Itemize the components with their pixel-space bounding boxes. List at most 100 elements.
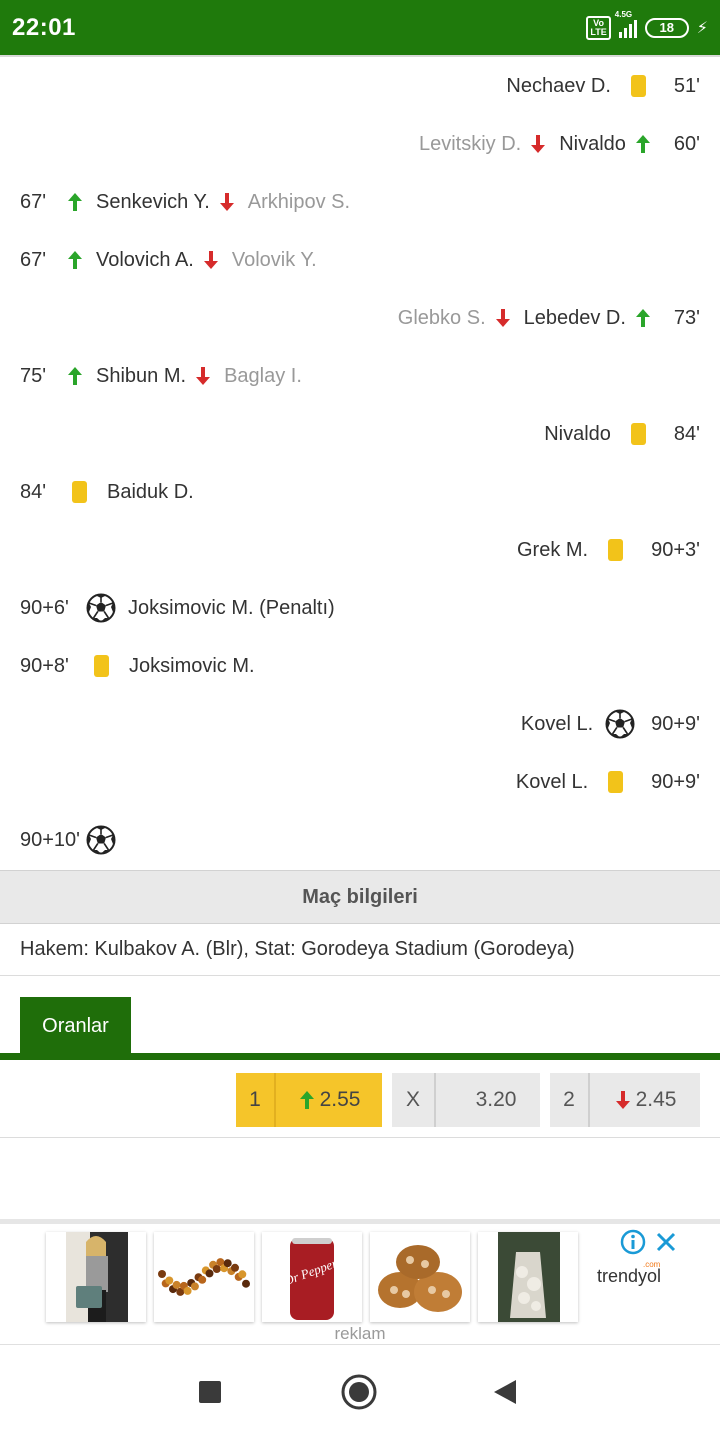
player-in-name: Senkevich Y. (96, 190, 210, 213)
odds-home-value: 2.55 (319, 1088, 361, 1111)
event-minute: 90+9' (651, 770, 700, 793)
ad-close-icon[interactable] (654, 1230, 678, 1254)
navigation-bar (0, 1345, 720, 1440)
ad-brand-logo: trendyol .com (597, 1260, 662, 1287)
arrow-down-icon (219, 193, 234, 211)
event-minute: 75' (20, 364, 47, 387)
event-minute: 84' (20, 480, 47, 503)
match-events-list: Nechaev D. 51' Levitskiy D. Nivaldo 60' 67' Se… (0, 57, 720, 869)
event-minute: 67' (20, 190, 47, 213)
player-in-name: Nivaldo (559, 132, 626, 155)
match-event-row: 90+8' Joksimovic M. (0, 637, 720, 695)
arrow-down-icon (196, 367, 211, 385)
match-event-row: Kovel L. 90+9' (0, 695, 720, 753)
back-icon[interactable] (492, 1378, 518, 1406)
event-minute: 60' (673, 132, 700, 155)
tab-underline (0, 1053, 720, 1060)
football-icon (86, 825, 116, 855)
odds-draw[interactable]: X 3.20 (392, 1073, 540, 1127)
player-out-name: Arkhipov S. (247, 190, 351, 213)
player-in-name: Volovich A. (96, 248, 194, 271)
event-minute: 51' (673, 74, 700, 97)
volte-icon: Vo LTE (586, 15, 611, 40)
yellow-card-icon (72, 481, 87, 503)
clock: 22:01 (12, 13, 76, 41)
yellow-card-icon (608, 539, 624, 561)
match-event-row: Nivaldo 84' (0, 405, 720, 463)
football-icon (605, 709, 635, 739)
match-event-row: Nechaev D. 51' (0, 57, 720, 115)
player-name: Joksimovic M. (129, 654, 255, 677)
player-out-name: Baglay I. (224, 364, 302, 387)
player-out-name: Volovik Y. (231, 248, 317, 271)
event-minute: 90+3' (651, 538, 700, 561)
odds-draw-value: 3.20 (475, 1088, 517, 1111)
event-minute: 73' (673, 306, 700, 329)
match-event-row: Glebko S. Lebedev D. 73' (0, 289, 720, 347)
arrow-up-icon (635, 135, 650, 153)
ad-product-dr-pepper[interactable]: Dr Pepper (262, 1232, 362, 1322)
yellow-card-icon (608, 771, 624, 793)
battery-level: 18 (659, 20, 674, 35)
ad-controls (620, 1229, 678, 1255)
event-minute: 84' (673, 422, 700, 445)
player-in-name: Lebedev D. (523, 306, 626, 329)
ad-product-woman-with-bag[interactable] (46, 1232, 146, 1322)
match-event-row: Levitskiy D. Nivaldo 60' (0, 115, 720, 173)
ad-label: reklam (334, 1324, 386, 1343)
player-name: Kovel L. (520, 712, 594, 735)
ad-banner[interactable]: Dr Pepper trendyol .com reklam (0, 1224, 720, 1344)
player-out-name: Glebko S. (397, 306, 486, 329)
arrow-up-icon (68, 251, 82, 269)
recents-icon[interactable] (198, 1380, 222, 1404)
match-event-row: 84' Baiduk D. (0, 463, 720, 521)
match-event-row: 90+6' Joksimovic M. (Penaltı) (0, 579, 720, 637)
arrow-down-icon (531, 135, 546, 153)
arrow-down-icon (495, 309, 510, 327)
football-icon (86, 593, 116, 623)
player-name: Grek M. (517, 538, 589, 561)
arrow-up-icon (299, 1091, 314, 1109)
match-event-row: Grek M. 90+3' (0, 521, 720, 579)
event-minute: 90+6' (20, 596, 69, 619)
player-in-name: Shibun M. (96, 364, 187, 387)
event-minute: 90+9' (651, 712, 700, 735)
tab-odds[interactable]: Oranlar (20, 997, 131, 1055)
arrow-down-icon (203, 251, 218, 269)
odds-row: 1 2.55 X 3.20 2 2.45 (0, 1060, 720, 1138)
status-icons: Vo LTE 4.5G 18 ⚡ (586, 10, 708, 40)
ad-product-mushrooms[interactable] (370, 1232, 470, 1322)
ad-brand-suffix: .com (643, 1260, 661, 1269)
player-name: Baiduk D. (107, 480, 194, 503)
network-type: 4.5G (614, 9, 633, 19)
arrow-up-icon (68, 367, 82, 385)
match-event-row: 75' Shibun M. Baglay I. (0, 347, 720, 405)
player-name: Nivaldo (544, 422, 611, 445)
odds-draw-label: X (392, 1073, 436, 1127)
ad-brand-name: trendyol (597, 1266, 662, 1286)
match-event-row: Kovel L. 90+9' (0, 753, 720, 811)
match-event-row: 67' Volovich A. Volovik Y. (0, 231, 720, 289)
player-name: Joksimovic M. (Penaltı) (128, 596, 335, 619)
arrow-down-icon (615, 1091, 630, 1109)
signal-icon: 4.5G (615, 10, 637, 38)
odds-away[interactable]: 2 2.45 (550, 1073, 700, 1127)
event-minute: 90+8' (20, 654, 69, 677)
yellow-card-icon (630, 75, 646, 97)
yellow-card-icon (94, 655, 109, 677)
arrow-up-icon (635, 309, 650, 327)
charging-icon: ⚡ (696, 19, 708, 37)
odds-home[interactable]: 1 2.55 (236, 1073, 382, 1127)
match-event-row: 67' Senkevich Y. Arkhipov S. (0, 173, 720, 231)
ad-product-mushroom-grow-bag[interactable] (478, 1232, 578, 1322)
battery-icon: 18 (644, 17, 689, 38)
arrow-up-icon (68, 193, 82, 211)
ad-info-icon[interactable] (620, 1229, 646, 1255)
event-minute: 90+10' (20, 828, 80, 851)
ad-product-amber-necklace[interactable] (154, 1232, 254, 1322)
home-icon[interactable] (340, 1373, 378, 1411)
match-event-row: 90+10' (0, 811, 720, 869)
odds-away-value: 2.45 (635, 1088, 677, 1111)
event-minute: 67' (20, 248, 47, 271)
status-bar: 22:01 Vo LTE 4.5G 18 ⚡ (0, 0, 720, 55)
